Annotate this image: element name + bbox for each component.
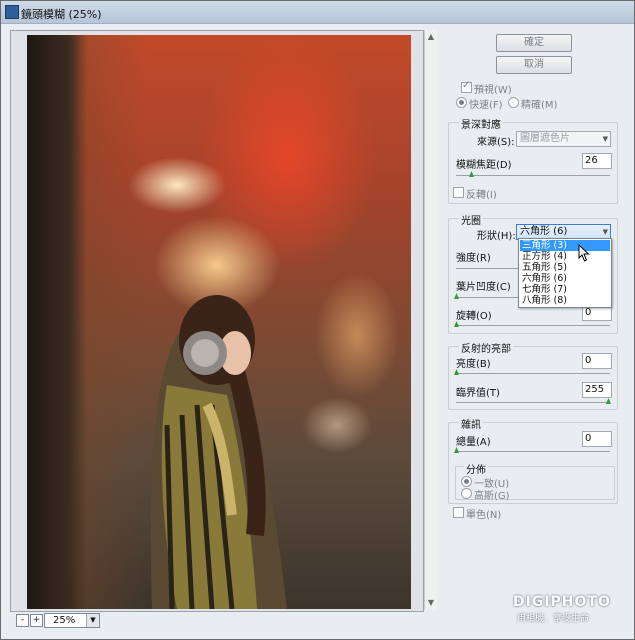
cancel-button[interactable]: 取消 — [496, 56, 572, 74]
shape-option[interactable]: 正方形 (4) — [520, 251, 610, 262]
preview-scrollbar[interactable]: ▲ ▼ — [424, 30, 437, 610]
shape-option[interactable]: 七角形 (7) — [520, 284, 610, 295]
rotation-slider-track[interactable] — [456, 325, 610, 326]
ok-button[interactable]: 確定 — [496, 34, 572, 52]
shape-value: 六角形 (6) — [520, 226, 568, 237]
zoom-value: 25% — [53, 615, 76, 626]
source-select[interactable]: 圖層遮色片 ▼ — [516, 131, 611, 147]
iris-title: 光圈 — [459, 212, 483, 227]
preview-area — [10, 30, 424, 612]
threshold-field[interactable]: 255 — [582, 382, 612, 398]
zoom-in-button[interactable]: + — [30, 614, 43, 627]
fast-radio[interactable] — [456, 97, 467, 108]
watermark-tagline: 用相機．享受生命 — [517, 614, 590, 624]
curvature-label: 葉片凹度(C) — [456, 282, 511, 293]
chevron-down-icon[interactable]: ▼ — [86, 614, 99, 627]
app-icon — [5, 5, 19, 19]
scroll-up-icon[interactable]: ▲ — [426, 32, 436, 42]
window-title: 鏡頭模糊 (25%) — [21, 8, 102, 21]
preview-image[interactable] — [27, 35, 411, 609]
radius-label: 強度(R) — [456, 253, 491, 264]
distribution-title: 分佈 — [464, 461, 488, 476]
zoom-bar: - + 25% ▼ — [10, 612, 436, 628]
brightness-label: 亮度(B) — [456, 359, 491, 370]
brightness-field[interactable]: 0 — [582, 353, 612, 369]
zoom-out-button[interactable]: - — [16, 614, 29, 627]
monochromatic-checkbox[interactable] — [453, 507, 464, 518]
gaussian-radio[interactable] — [461, 488, 472, 499]
chevron-down-icon: ▼ — [602, 135, 608, 143]
gaussian-label: 高斯(G) — [474, 491, 510, 502]
focal-label: 模糊焦距(D) — [456, 160, 512, 171]
focal-field[interactable]: 26 — [582, 153, 612, 169]
noise-title: 雜訊 — [459, 416, 483, 431]
threshold-slider-track[interactable] — [456, 402, 610, 403]
accurate-radio[interactable] — [508, 97, 519, 108]
shape-option[interactable]: 三角形 (3) — [520, 240, 610, 251]
depth-map-title: 景深對應 — [459, 116, 503, 131]
chevron-down-icon: ▼ — [602, 228, 608, 236]
source-label: 來源(S): — [477, 137, 515, 148]
preview-label: 預視(W) — [474, 85, 512, 96]
brightness-slider-track[interactable] — [456, 373, 610, 374]
fast-label: 快速(F) — [469, 100, 503, 111]
specular-title: 反射的亮部 — [459, 340, 513, 355]
amount-label: 總量(A) — [456, 437, 491, 448]
mouse-cursor-icon — [578, 244, 590, 262]
accurate-label: 精確(M) — [521, 100, 558, 111]
title-bar: 鏡頭模糊 (25%) — [1, 1, 634, 24]
photo-subject — [150, 295, 287, 609]
monochromatic-label: 單色(N) — [466, 510, 502, 521]
photo-shadow — [27, 35, 87, 609]
shape-label: 形狀(H): — [477, 231, 516, 242]
rotation-label: 旋轉(O) — [456, 311, 492, 322]
preview-checkbox[interactable] — [461, 80, 472, 93]
threshold-label: 臨界值(T) — [456, 388, 500, 399]
amount-field[interactable]: 0 — [582, 431, 612, 447]
shape-dropdown-list: 三角形 (3) 正方形 (4) 五角形 (5) 六角形 (6) 七角形 (7) … — [518, 238, 612, 308]
shape-option[interactable]: 八角形 (8) — [520, 295, 610, 306]
amount-slider-track[interactable] — [456, 451, 610, 452]
focal-slider-track[interactable] — [456, 175, 610, 176]
invert-checkbox[interactable] — [453, 187, 464, 198]
source-value: 圖層遮色片 — [520, 133, 570, 144]
shape-option[interactable]: 五角形 (5) — [520, 262, 610, 273]
shape-option[interactable]: 六角形 (6) — [520, 273, 610, 284]
uniform-radio[interactable] — [461, 476, 472, 487]
watermark-brand: DIGIPHOTO — [513, 594, 611, 610]
invert-label: 反轉(I) — [466, 190, 497, 201]
scroll-down-icon[interactable]: ▼ — [426, 598, 436, 608]
zoom-select[interactable]: 25% ▼ — [44, 613, 100, 628]
